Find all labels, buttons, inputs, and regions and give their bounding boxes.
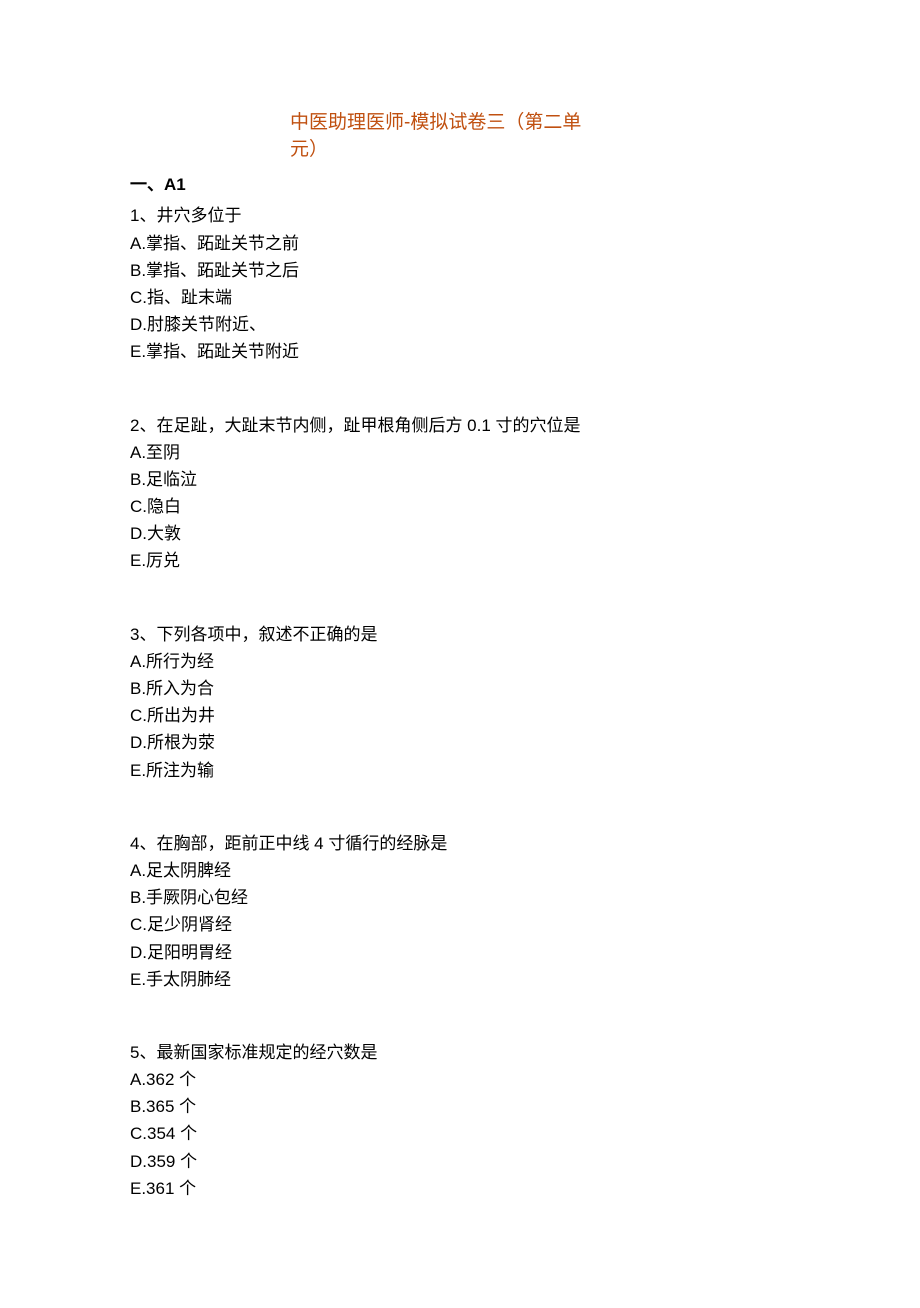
question-stem: 1、井穴多位于 <box>130 202 800 229</box>
question-option: A.足太阴脾经 <box>130 857 800 884</box>
question-option: A.至阴 <box>130 439 800 466</box>
question-option: B.所入为合 <box>130 675 800 702</box>
question-block: 2、在足趾，大趾末节内侧，趾甲根角侧后方 0.1 寸的穴位是 A.至阴 B.足临… <box>130 412 800 575</box>
question-option: A.362 个 <box>130 1066 800 1093</box>
question-option: E.361 个 <box>130 1175 800 1202</box>
document-title: 中医助理医师-模拟试卷三（第二单元） <box>290 110 600 163</box>
question-option: D.359 个 <box>130 1148 800 1175</box>
question-option: B.掌指、跖趾关节之后 <box>130 257 800 284</box>
question-stem: 4、在胸部，距前正中线 4 寸循行的经脉是 <box>130 830 800 857</box>
question-option: B.手厥阴心包经 <box>130 884 800 911</box>
question-block: 3、下列各项中，叙述不正确的是 A.所行为经 B.所入为合 C.所出为井 D.所… <box>130 621 800 784</box>
question-option: E.手太阴肺经 <box>130 966 800 993</box>
question-option: C.指、趾末端 <box>130 284 800 311</box>
question-stem: 3、下列各项中，叙述不正确的是 <box>130 621 800 648</box>
page: 中医助理医师-模拟试卷三（第二单元） 一、A1 1、井穴多位于 A.掌指、跖趾关… <box>0 0 920 1308</box>
question-option: D.大敦 <box>130 520 800 547</box>
question-option: A.所行为经 <box>130 648 800 675</box>
question-option: C.354 个 <box>130 1120 800 1147</box>
question-block: 4、在胸部，距前正中线 4 寸循行的经脉是 A.足太阴脾经 B.手厥阴心包经 C… <box>130 830 800 993</box>
question-option: E.厉兑 <box>130 547 800 574</box>
question-option: B.足临泣 <box>130 466 800 493</box>
question-option: C.足少阴肾经 <box>130 911 800 938</box>
question-option: C.所出为井 <box>130 702 800 729</box>
question-option: D.肘膝关节附近、 <box>130 311 800 338</box>
question-stem: 2、在足趾，大趾末节内侧，趾甲根角侧后方 0.1 寸的穴位是 <box>130 412 800 439</box>
question-option: C.隐白 <box>130 493 800 520</box>
question-option: B.365 个 <box>130 1093 800 1120</box>
question-option: D.所根为荥 <box>130 729 800 756</box>
question-stem: 5、最新国家标准规定的经穴数是 <box>130 1039 800 1066</box>
question-option: E.所注为输 <box>130 757 800 784</box>
question-block: 1、井穴多位于 A.掌指、跖趾关节之前 B.掌指、跖趾关节之后 C.指、趾末端 … <box>130 202 800 365</box>
question-block: 5、最新国家标准规定的经穴数是 A.362 个 B.365 个 C.354 个 … <box>130 1039 800 1202</box>
question-option: A.掌指、跖趾关节之前 <box>130 230 800 257</box>
question-option: E.掌指、跖趾关节附近 <box>130 338 800 365</box>
section-heading: 一、A1 <box>130 171 800 198</box>
question-option: D.足阳明胃经 <box>130 939 800 966</box>
